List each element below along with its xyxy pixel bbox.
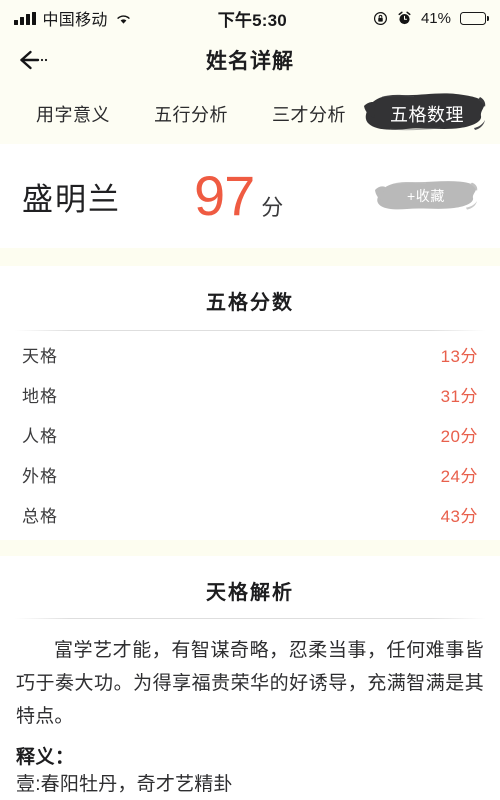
row-label: 地格 xyxy=(22,386,58,406)
analysis-body: 富学艺才能，有智谋奇略，忍柔当事，任何难事皆巧于奏大功。为得享福贵荣华的好诱导，… xyxy=(0,634,500,800)
score-unit-label: 分 xyxy=(261,195,284,220)
name-score-header: 盛明兰 97 分 +收藏 xyxy=(0,144,500,248)
table-row: 总格 43分 xyxy=(0,494,500,534)
row-value: 13分 xyxy=(440,346,478,366)
alarm-clock-icon xyxy=(397,11,412,26)
row-label: 总格 xyxy=(22,506,58,526)
tab-label: 五行分析 xyxy=(154,105,228,125)
definition-title: 释义： xyxy=(16,747,75,768)
section-separator-band xyxy=(0,540,500,556)
tab-label: 三才分析 xyxy=(272,105,346,125)
analysis-paragraph: 富学艺才能，有智谋奇略，忍柔当事，任何难事皆巧于奏大功。为得享福贵荣华的好诱导，… xyxy=(16,640,484,727)
rotation-lock-icon xyxy=(373,11,388,26)
table-row: 外格 24分 xyxy=(0,454,500,494)
tab-five-elements[interactable]: 五行分析 xyxy=(132,93,250,135)
five-grids-score-list: 天格 13分 地格 31分 人格 20分 外格 24分 总格 43分 xyxy=(0,334,500,534)
row-value: 31分 xyxy=(440,386,478,406)
row-value: 43分 xyxy=(440,506,478,526)
section-title: 五格分数 xyxy=(206,291,294,314)
tab-three-talents[interactable]: 三才分析 xyxy=(250,93,368,135)
back-arrow-icon xyxy=(20,50,48,70)
table-row: 天格 13分 xyxy=(0,334,500,374)
row-label: 天格 xyxy=(22,346,58,366)
section-title: 天格解析 xyxy=(206,581,294,604)
table-row: 人格 20分 xyxy=(0,414,500,454)
analysis-section-header: 天格解析 xyxy=(0,556,500,624)
name-detail-screen: 中国移动 下午5:30 41% 姓名详解 用字意义 五行分析 三才分析 五格数理… xyxy=(0,0,500,800)
header-divider xyxy=(14,330,486,331)
header-divider xyxy=(14,618,486,619)
tab-bar: 用字意义 五行分析 三才分析 五格数理 xyxy=(0,84,500,144)
status-bar-center: 下午5:30 xyxy=(132,6,373,31)
tab-character-meaning[interactable]: 用字意义 xyxy=(14,93,132,135)
status-bar: 中国移动 下午5:30 41% xyxy=(0,0,500,36)
page-title: 姓名详解 xyxy=(206,50,294,73)
status-bar-left: 中国移动 xyxy=(14,6,132,30)
favorite-label: +收藏 xyxy=(407,188,445,204)
row-label: 外格 xyxy=(22,466,58,486)
tab-five-grids[interactable]: 五格数理 xyxy=(364,93,486,135)
wifi-icon xyxy=(115,12,132,25)
section-separator-band xyxy=(0,248,500,266)
carrier-label: 中国移动 xyxy=(42,12,108,29)
score-display: 97 分 xyxy=(194,168,374,224)
row-value: 24分 xyxy=(440,466,478,486)
battery-icon xyxy=(460,11,490,25)
person-name: 盛明兰 xyxy=(22,181,121,217)
scores-section-header: 五格分数 xyxy=(0,266,500,334)
add-favorite-button[interactable]: +收藏 xyxy=(374,177,478,215)
battery-percent-label: 41% xyxy=(420,9,451,27)
nav-bar: 姓名详解 xyxy=(0,36,500,84)
score-number: 97 xyxy=(194,164,255,227)
clock-label: 下午5:30 xyxy=(217,10,287,30)
row-label: 人格 xyxy=(22,426,58,446)
table-row: 地格 31分 xyxy=(0,374,500,414)
back-button[interactable] xyxy=(10,40,58,80)
row-value: 20分 xyxy=(440,426,478,446)
definition-item: 壹:春阳牡丹，奇才艺精卦 xyxy=(16,774,233,795)
tab-label: 用字意义 xyxy=(36,105,110,125)
signal-bars-icon xyxy=(14,11,36,25)
tab-label: 五格数理 xyxy=(390,105,464,125)
status-bar-right: 41% xyxy=(373,9,490,27)
